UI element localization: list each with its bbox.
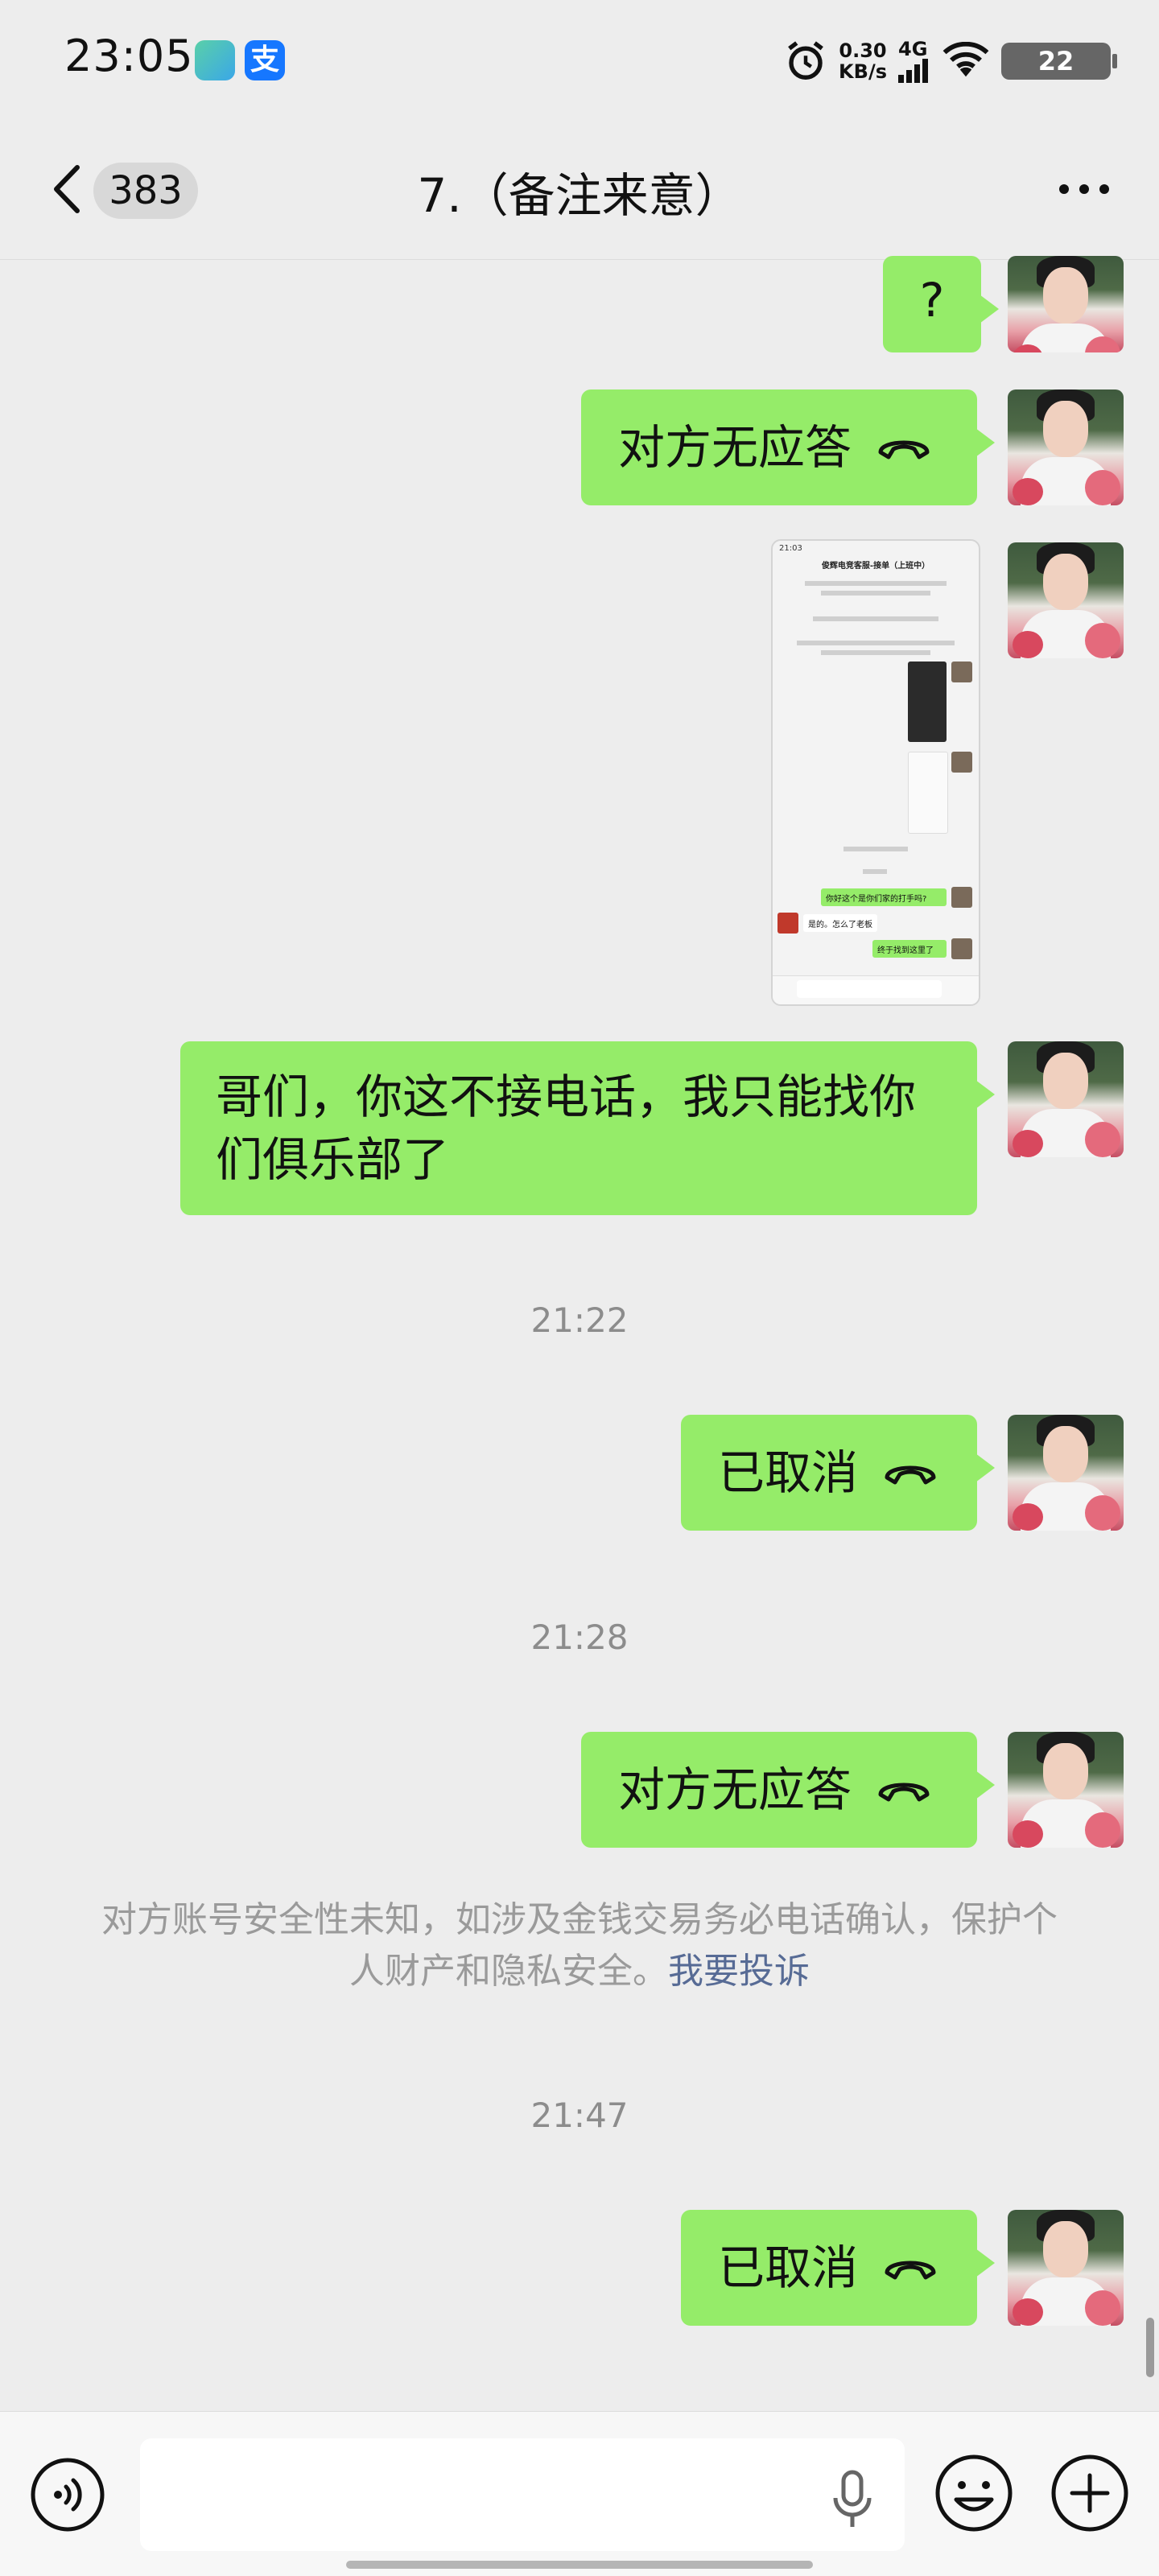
voice-icon[interactable]	[29, 2456, 106, 2533]
avatar[interactable]	[1008, 1732, 1124, 1848]
status-time: 23:05	[64, 31, 194, 81]
battery-indicator: 22	[1001, 43, 1117, 80]
cell-signal: 4G	[898, 39, 930, 83]
avatar[interactable]	[1008, 1041, 1124, 1157]
call-record-bubble[interactable]: 对方无应答	[581, 1732, 995, 1848]
alipay-icon: 支	[245, 40, 285, 80]
hangup-icon	[878, 440, 930, 460]
message-bubble[interactable]: 哥们，你这不接电话，我只能找你们俱乐部了	[180, 1041, 995, 1215]
message-text: ?	[919, 273, 945, 328]
home-indicator[interactable]	[346, 2561, 813, 2569]
message-text: 哥们，你这不接电话，我只能找你们俱乐部了	[216, 1070, 917, 1187]
chat-title: 7.（备注来意）	[417, 168, 742, 223]
timestamp: 21:22	[530, 1300, 629, 1340]
timestamp: 21:47	[530, 2096, 629, 2135]
header-divider	[0, 259, 1159, 260]
call-status-text: 对方无应答	[618, 1762, 852, 1817]
avatar[interactable]	[1008, 256, 1124, 352]
avatar[interactable]	[1008, 2210, 1124, 2326]
plus-icon[interactable]	[1050, 2453, 1130, 2533]
alarm-icon	[788, 41, 823, 80]
avatar[interactable]	[1008, 1415, 1124, 1531]
net-speed-value: 0.30	[839, 39, 887, 62]
more-icon[interactable]	[1056, 177, 1112, 201]
scrollbar[interactable]	[1146, 2318, 1154, 2377]
net-speed: 0.30 KB/s	[839, 40, 887, 82]
status-indicators: 0.30 KB/s 4G 22	[784, 35, 1117, 87]
call-record-bubble[interactable]: 已取消	[681, 2210, 995, 2326]
thumb-reply-1: 是的。怎么了老板	[808, 921, 872, 929]
hangup-icon	[885, 2261, 936, 2280]
emoji-icon[interactable]	[934, 2453, 1014, 2533]
security-notice-text: 对方账号安全性未知，如涉及金钱交易务必电话确认，保护个人财产和隐私安全。	[101, 1899, 1058, 1992]
call-status-text: 对方无应答	[618, 420, 852, 475]
security-notice: 对方账号安全性未知，如涉及金钱交易务必电话确认，保护个人财产和隐私安全。我要投诉	[97, 1894, 1062, 1997]
call-record-bubble[interactable]: 已取消	[681, 1415, 995, 1531]
call-status-text: 已取消	[718, 1445, 859, 1500]
avatar[interactable]	[1008, 389, 1124, 505]
message-bubble[interactable]: ?	[883, 256, 999, 352]
thumb-title: 俊辉电竞客服-接单（上班中）	[821, 562, 930, 571]
hangup-icon	[885, 1465, 936, 1485]
thumb-time: 21:03	[779, 544, 802, 553]
timestamp: 21:28	[530, 1618, 629, 1657]
image-message[interactable]: 21:03 俊辉电竞客服-接单（上班中） 你好这个是你们家的打手吗? 是的。怎么…	[771, 539, 980, 1006]
mic-icon[interactable]	[824, 2467, 881, 2532]
net-speed-unit: KB/s	[839, 60, 887, 83]
call-record-bubble[interactable]: 对方无应答	[581, 389, 995, 505]
message-input[interactable]	[140, 2438, 905, 2551]
signal-bars-icon	[898, 59, 928, 83]
app-notification-icon	[195, 40, 235, 80]
call-status-text: 已取消	[718, 2240, 859, 2295]
thumb-bubble-1: 你好这个是你们家的打手吗?	[826, 895, 927, 904]
report-link[interactable]: 我要投诉	[668, 1951, 810, 1992]
signal-label: 4G	[898, 38, 928, 60]
avatar[interactable]	[1008, 542, 1124, 658]
thumb-bubble-2: 终于找到这里了	[877, 946, 934, 955]
wifi-icon	[942, 42, 989, 77]
hangup-icon	[878, 1783, 930, 1802]
